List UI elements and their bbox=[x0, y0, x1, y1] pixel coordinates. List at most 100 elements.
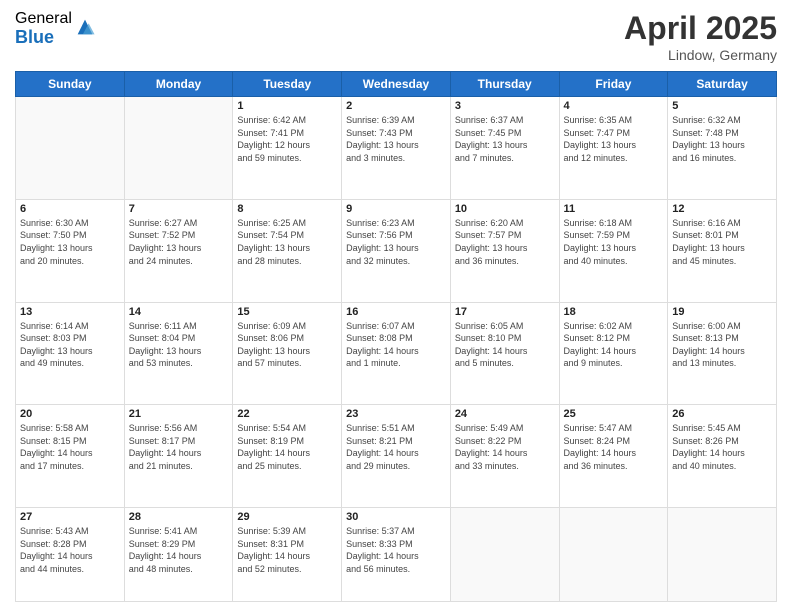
day-info: Sunrise: 5:47 AM Sunset: 8:24 PM Dayligh… bbox=[564, 422, 664, 472]
calendar-day-cell: 11 Sunrise: 6:18 AM Sunset: 7:59 PM Dayli… bbox=[559, 199, 668, 302]
calendar-day-cell: 8 Sunrise: 6:25 AM Sunset: 7:54 PM Daylig… bbox=[233, 199, 342, 302]
calendar-day-cell: 18 Sunrise: 6:02 AM Sunset: 8:12 PM Dayli… bbox=[559, 302, 668, 405]
day-header-thursday: Thursday bbox=[450, 72, 559, 97]
calendar-day-cell: 9 Sunrise: 6:23 AM Sunset: 7:56 PM Daylig… bbox=[342, 199, 451, 302]
calendar-day-cell: 24 Sunrise: 5:49 AM Sunset: 8:22 PM Dayli… bbox=[450, 405, 559, 508]
day-info: Sunrise: 5:43 AM Sunset: 8:28 PM Dayligh… bbox=[20, 525, 120, 575]
day-info: Sunrise: 6:42 AM Sunset: 7:41 PM Dayligh… bbox=[237, 114, 337, 164]
day-number: 30 bbox=[346, 511, 446, 523]
day-info: Sunrise: 5:49 AM Sunset: 8:22 PM Dayligh… bbox=[455, 422, 555, 472]
day-number: 18 bbox=[564, 306, 664, 318]
page: General Blue April 2025 Lindow, Germany … bbox=[0, 0, 792, 612]
day-header-friday: Friday bbox=[559, 72, 668, 97]
day-number: 8 bbox=[237, 203, 337, 215]
day-info: Sunrise: 6:23 AM Sunset: 7:56 PM Dayligh… bbox=[346, 217, 446, 267]
day-info: Sunrise: 6:35 AM Sunset: 7:47 PM Dayligh… bbox=[564, 114, 664, 164]
calendar-day-cell: 13 Sunrise: 6:14 AM Sunset: 8:03 PM Dayli… bbox=[16, 302, 125, 405]
day-number: 27 bbox=[20, 511, 120, 523]
logo-icon bbox=[74, 16, 96, 38]
day-info: Sunrise: 6:30 AM Sunset: 7:50 PM Dayligh… bbox=[20, 217, 120, 267]
day-info: Sunrise: 6:25 AM Sunset: 7:54 PM Dayligh… bbox=[237, 217, 337, 267]
day-header-wednesday: Wednesday bbox=[342, 72, 451, 97]
calendar-day-cell: 26Sunrise: 5:45 AM Sunset: 8:26 PM Dayli… bbox=[668, 405, 777, 508]
calendar-table: SundayMondayTuesdayWednesdayThursdayFrid… bbox=[15, 71, 777, 602]
day-info: Sunrise: 5:56 AM Sunset: 8:17 PM Dayligh… bbox=[129, 422, 229, 472]
day-number: 17 bbox=[455, 306, 555, 318]
day-number: 5 bbox=[672, 100, 772, 112]
day-header-tuesday: Tuesday bbox=[233, 72, 342, 97]
day-number: 9 bbox=[346, 203, 446, 215]
day-info: Sunrise: 6:02 AM Sunset: 8:12 PM Dayligh… bbox=[564, 320, 664, 370]
day-number: 13 bbox=[20, 306, 120, 318]
day-info: Sunrise: 6:11 AM Sunset: 8:04 PM Dayligh… bbox=[129, 320, 229, 370]
location: Lindow, Germany bbox=[624, 47, 777, 63]
day-number: 12 bbox=[672, 203, 772, 215]
day-number: 25 bbox=[564, 408, 664, 420]
day-number: 4 bbox=[564, 100, 664, 112]
calendar-day-cell bbox=[16, 97, 125, 200]
calendar-week-row: 6 Sunrise: 6:30 AM Sunset: 7:50 PM Daylig… bbox=[16, 199, 777, 302]
day-number: 1 bbox=[237, 100, 337, 112]
calendar-day-cell: 5Sunrise: 6:32 AM Sunset: 7:48 PM Daylig… bbox=[668, 97, 777, 200]
logo: General Blue bbox=[15, 10, 96, 47]
calendar-day-cell: 19 Sunrise: 6:00 AM Sunset: 8:13 PM Dayli… bbox=[668, 302, 777, 405]
calendar-day-cell bbox=[559, 508, 668, 602]
calendar-day-cell: 2Sunrise: 6:39 AM Sunset: 7:43 PM Daylig… bbox=[342, 97, 451, 200]
calendar-day-cell: 30 Sunrise: 5:37 AM Sunset: 8:33 PM Dayli… bbox=[342, 508, 451, 602]
calendar-week-row: 13 Sunrise: 6:14 AM Sunset: 8:03 PM Dayli… bbox=[16, 302, 777, 405]
day-number: 19 bbox=[672, 306, 772, 318]
day-info: Sunrise: 5:37 AM Sunset: 8:33 PM Dayligh… bbox=[346, 525, 446, 575]
day-header-saturday: Saturday bbox=[668, 72, 777, 97]
logo-general: General bbox=[15, 10, 72, 28]
day-info: Sunrise: 6:09 AM Sunset: 8:06 PM Dayligh… bbox=[237, 320, 337, 370]
calendar-day-cell: 10 Sunrise: 6:20 AM Sunset: 7:57 PM Dayli… bbox=[450, 199, 559, 302]
calendar-day-cell bbox=[124, 97, 233, 200]
day-number: 11 bbox=[564, 203, 664, 215]
calendar-day-cell: 27 Sunrise: 5:43 AM Sunset: 8:28 PM Dayli… bbox=[16, 508, 125, 602]
day-info: Sunrise: 6:05 AM Sunset: 8:10 PM Dayligh… bbox=[455, 320, 555, 370]
day-number: 3 bbox=[455, 100, 555, 112]
calendar-day-cell: 20 Sunrise: 5:58 AM Sunset: 8:15 PM Dayli… bbox=[16, 405, 125, 508]
day-info: Sunrise: 6:37 AM Sunset: 7:45 PM Dayligh… bbox=[455, 114, 555, 164]
day-number: 10 bbox=[455, 203, 555, 215]
calendar-day-cell: 4 Sunrise: 6:35 AM Sunset: 7:47 PM Daylig… bbox=[559, 97, 668, 200]
calendar-day-cell: 15 Sunrise: 6:09 AM Sunset: 8:06 PM Dayli… bbox=[233, 302, 342, 405]
day-number: 29 bbox=[237, 511, 337, 523]
day-number: 22 bbox=[237, 408, 337, 420]
day-info: Sunrise: 6:20 AM Sunset: 7:57 PM Dayligh… bbox=[455, 217, 555, 267]
day-info: Sunrise: 6:18 AM Sunset: 7:59 PM Dayligh… bbox=[564, 217, 664, 267]
day-number: 6 bbox=[20, 203, 120, 215]
calendar-day-cell: 17 Sunrise: 6:05 AM Sunset: 8:10 PM Dayli… bbox=[450, 302, 559, 405]
day-number: 24 bbox=[455, 408, 555, 420]
calendar-header-row: SundayMondayTuesdayWednesdayThursdayFrid… bbox=[16, 72, 777, 97]
calendar-week-row: 20 Sunrise: 5:58 AM Sunset: 8:15 PM Dayli… bbox=[16, 405, 777, 508]
day-number: 21 bbox=[129, 408, 229, 420]
calendar-day-cell: 21 Sunrise: 5:56 AM Sunset: 8:17 PM Dayli… bbox=[124, 405, 233, 508]
day-info: Sunrise: 5:58 AM Sunset: 8:15 PM Dayligh… bbox=[20, 422, 120, 472]
logo-blue: Blue bbox=[15, 28, 72, 48]
calendar-day-cell: 7Sunrise: 6:27 AM Sunset: 7:52 PM Daylig… bbox=[124, 199, 233, 302]
calendar-week-row: 1 Sunrise: 6:42 AM Sunset: 7:41 PM Daylig… bbox=[16, 97, 777, 200]
calendar-week-row: 27 Sunrise: 5:43 AM Sunset: 8:28 PM Dayli… bbox=[16, 508, 777, 602]
calendar-day-cell bbox=[668, 508, 777, 602]
day-number: 26 bbox=[672, 408, 772, 420]
calendar-day-cell: 1 Sunrise: 6:42 AM Sunset: 7:41 PM Daylig… bbox=[233, 97, 342, 200]
day-info: Sunrise: 6:27 AM Sunset: 7:52 PM Dayligh… bbox=[129, 217, 229, 267]
day-info: Sunrise: 6:00 AM Sunset: 8:13 PM Dayligh… bbox=[672, 320, 772, 370]
day-info: Sunrise: 5:54 AM Sunset: 8:19 PM Dayligh… bbox=[237, 422, 337, 472]
day-info: Sunrise: 6:14 AM Sunset: 8:03 PM Dayligh… bbox=[20, 320, 120, 370]
day-number: 15 bbox=[237, 306, 337, 318]
day-number: 23 bbox=[346, 408, 446, 420]
calendar-day-cell: 22 Sunrise: 5:54 AM Sunset: 8:19 PM Dayli… bbox=[233, 405, 342, 508]
day-number: 20 bbox=[20, 408, 120, 420]
day-header-monday: Monday bbox=[124, 72, 233, 97]
calendar-day-cell bbox=[450, 508, 559, 602]
day-info: Sunrise: 6:39 AM Sunset: 7:43 PM Dayligh… bbox=[346, 114, 446, 164]
day-info: Sunrise: 5:41 AM Sunset: 8:29 PM Dayligh… bbox=[129, 525, 229, 575]
calendar-day-cell: 3 Sunrise: 6:37 AM Sunset: 7:45 PM Daylig… bbox=[450, 97, 559, 200]
month-title: April 2025 bbox=[624, 10, 777, 47]
calendar-day-cell: 6 Sunrise: 6:30 AM Sunset: 7:50 PM Daylig… bbox=[16, 199, 125, 302]
title-section: April 2025 Lindow, Germany bbox=[624, 10, 777, 63]
calendar-day-cell: 28Sunrise: 5:41 AM Sunset: 8:29 PM Dayli… bbox=[124, 508, 233, 602]
logo-text: General Blue bbox=[15, 10, 72, 47]
